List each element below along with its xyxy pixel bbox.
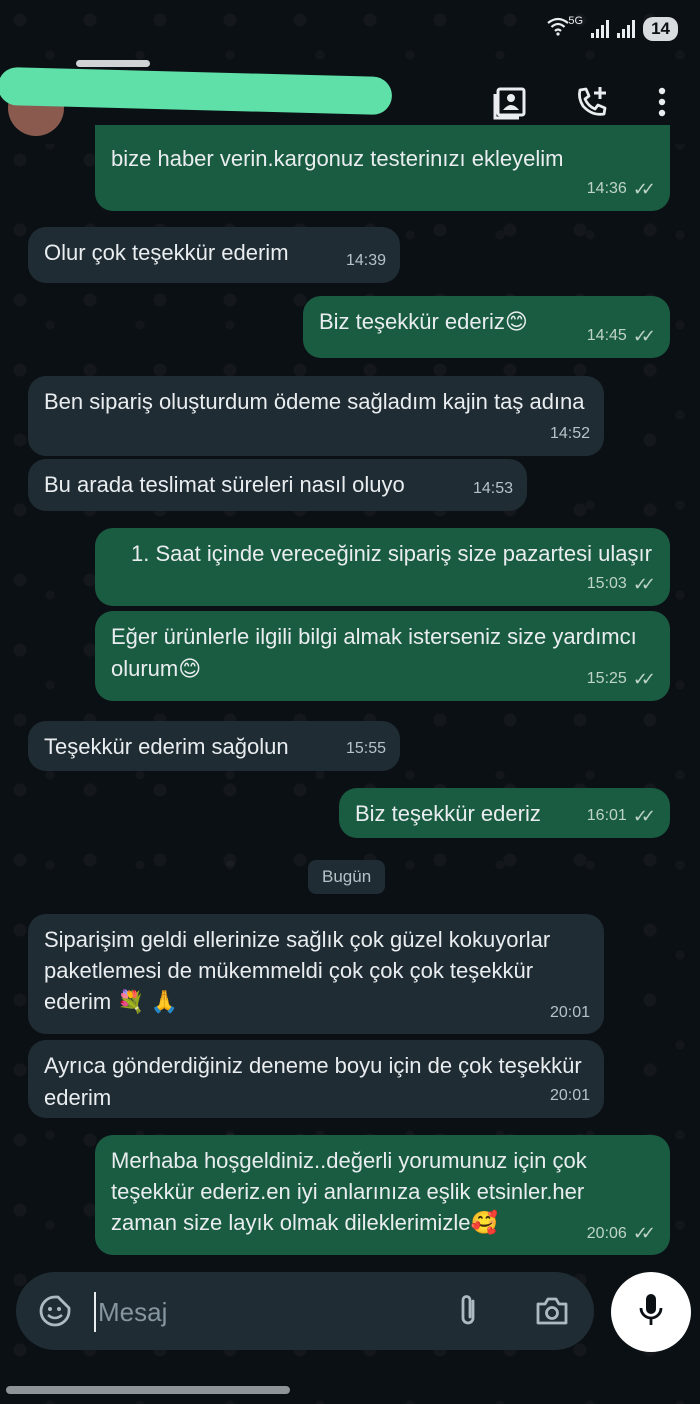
message-time: 14:39 <box>345 252 386 269</box>
more-vertical-icon[interactable] <box>640 80 684 124</box>
message-time: 14:52 <box>549 425 590 442</box>
message-text: Biz teşekkür ederiz😊 <box>319 309 528 334</box>
message-bubble[interactable]: Olur çok teşekkür ederim 14:39 <box>28 227 400 283</box>
message-bubble[interactable]: 1. Saat içinde vereceğiniz sipariş size … <box>95 528 670 606</box>
message-text: bize haber verin.kargonuz testerinızı ek… <box>111 146 564 171</box>
message-text: Ben sipariş oluşturdum ödeme sağladım ka… <box>44 389 585 414</box>
message-bubble[interactable]: Biz teşekkür ederiz 16:01 ✓✓ <box>339 788 670 838</box>
message-time: 16:01 <box>586 807 627 824</box>
message-text: Teşekkür ederim sağolun <box>44 734 289 759</box>
date-divider: Bugün <box>308 860 386 894</box>
message-time: 15:03 <box>586 575 627 592</box>
message-time: 14:36 <box>586 180 627 197</box>
message-time: 15:25 <box>586 670 627 687</box>
message-text: Siparişim geldi ellerinize sağlık çok gü… <box>44 927 551 1014</box>
signal-icon-2 <box>617 19 636 38</box>
wifi-icon <box>546 16 570 41</box>
add-call-icon[interactable] <box>570 80 614 124</box>
message-time: 14:53 <box>472 480 513 497</box>
camera-icon[interactable] <box>534 1294 570 1333</box>
message-bubble[interactable]: Ben sipariş oluşturdum ödeme sağladım ka… <box>28 376 604 456</box>
mic-icon <box>636 1292 666 1333</box>
message-time: 14:45 <box>586 327 627 344</box>
signal-icon <box>591 19 610 38</box>
read-ticks-icon: ✓✓ <box>632 179 656 199</box>
message-bubble[interactable]: Siparişim geldi ellerinize sağlık çok gü… <box>28 914 604 1034</box>
message-bubble[interactable]: Teşekkür ederim sağolun 15:55 <box>28 721 400 771</box>
message-text: Biz teşekkür ederiz <box>355 801 541 826</box>
message-time: 15:55 <box>345 740 386 757</box>
message-input[interactable] <box>94 1292 430 1332</box>
read-ticks-icon: ✓✓ <box>632 326 656 346</box>
read-ticks-icon: ✓✓ <box>632 806 656 826</box>
battery-indicator: 14 <box>643 16 678 41</box>
message-text: Merhaba hoşgeldiniz..değerli yorumunuz i… <box>111 1148 587 1235</box>
message-text: 1. Saat içinde vereceğiniz sipariş size … <box>131 541 652 566</box>
message-bubble[interactable]: bize haber verin.kargonuz testerinızı ek… <box>95 125 670 211</box>
message-text: Olur çok teşekkür ederim <box>44 240 289 265</box>
message-bubble[interactable]: Bu arada teslimat süreleri nasıl oluyo 1… <box>28 459 527 511</box>
status-bar: 5G 14 <box>0 0 700 60</box>
contact-card-icon[interactable] <box>488 80 532 124</box>
message-time: 20:01 <box>549 1004 590 1021</box>
read-ticks-icon: ✓✓ <box>632 669 656 689</box>
message-bubble[interactable]: Eğer ürünlerle ilgili bilgi almak isters… <box>95 611 670 701</box>
sticker-icon[interactable] <box>38 1294 72 1333</box>
message-text: Eğer ürünlerle ilgili bilgi almak isters… <box>111 624 637 681</box>
read-ticks-icon: ✓✓ <box>632 574 656 594</box>
message-bubble[interactable]: Biz teşekkür ederiz😊 14:45 ✓✓ <box>303 296 670 358</box>
home-indicator <box>6 1386 290 1394</box>
attach-icon[interactable] <box>454 1292 482 1335</box>
message-bubble[interactable]: Ayrıca gönderdiğiniz deneme boyu için de… <box>28 1040 604 1118</box>
message-time: 20:01 <box>549 1087 590 1104</box>
message-time: 20:06 <box>586 1225 627 1242</box>
read-ticks-icon: ✓✓ <box>632 1223 656 1243</box>
voice-record-button[interactable] <box>611 1272 691 1352</box>
message-bubble[interactable]: Merhaba hoşgeldiniz..değerli yorumunuz i… <box>95 1135 670 1255</box>
message-composer <box>16 1272 594 1350</box>
message-text: Bu arada teslimat süreleri nasıl oluyo <box>44 472 405 497</box>
network-type: 5G <box>568 14 584 27</box>
drag-handle <box>76 60 150 67</box>
message-text: Ayrıca gönderdiğiniz deneme boyu için de… <box>44 1053 582 1110</box>
